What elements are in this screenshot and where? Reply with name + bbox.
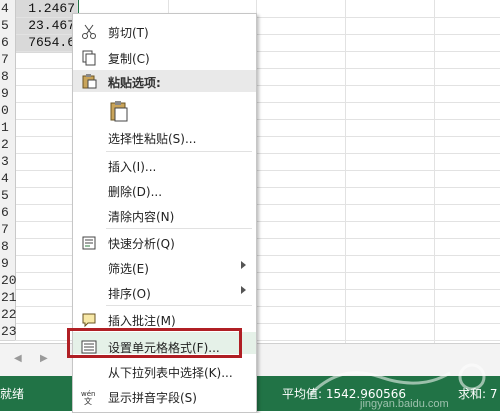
submenu-arrow-icon xyxy=(241,286,246,294)
clipboard-icon xyxy=(82,74,97,89)
menu-item-pick-from-list[interactable]: 从下拉列表中选择(K)... xyxy=(73,360,256,384)
comment-icon xyxy=(82,313,96,328)
copy-label: 复制(C) xyxy=(108,52,150,66)
row-header[interactable]: 6 xyxy=(0,34,16,52)
clear-label: 清除内容(N) xyxy=(108,210,175,224)
paste-icon[interactable] xyxy=(109,100,129,122)
row-header[interactable]: 9 xyxy=(0,255,16,273)
quick-analysis-label: 快速分析(Q) xyxy=(108,237,175,251)
menu-item-paste-special[interactable]: 选择性粘贴(S)... xyxy=(73,126,256,150)
insert-comment-label: 插入批注(M) xyxy=(108,314,176,328)
phonetic-icon: wén文 xyxy=(81,390,95,405)
row-header[interactable]: 7 xyxy=(0,51,16,69)
row-header[interactable]: 20 xyxy=(0,272,17,290)
insert-label: 插入(I)... xyxy=(108,160,157,174)
menu-item-delete[interactable]: 删除(D)... xyxy=(73,179,256,203)
row-header[interactable]: 0 xyxy=(0,102,16,120)
scissors-icon xyxy=(82,24,96,39)
baidu-watermark-logo: jingyan.baidu.com xyxy=(308,363,486,410)
row-header[interactable]: 23 xyxy=(0,323,17,341)
menu-separator xyxy=(106,151,252,152)
copy-icon xyxy=(82,50,96,66)
cell-value[interactable]: 7654.6 xyxy=(15,34,75,51)
paste-options-header: 粘贴选项: xyxy=(73,70,256,92)
row-header[interactable]: 7 xyxy=(0,221,16,239)
format-cells-highlight-box xyxy=(67,328,242,358)
menu-item-clear[interactable]: 清除内容(N) xyxy=(73,204,256,228)
status-ready: 就绪 xyxy=(0,387,25,401)
sort-label: 排序(O) xyxy=(108,287,151,301)
menu-separator xyxy=(106,305,252,306)
row-header[interactable]: 4 xyxy=(0,0,16,18)
filter-label: 筛选(E) xyxy=(108,262,149,276)
quick-analysis-icon xyxy=(82,236,96,250)
row-header[interactable]: 22 xyxy=(0,306,17,324)
cut-label: 剪切(T) xyxy=(108,26,149,40)
cell-value[interactable]: 1.2467 xyxy=(15,0,75,17)
scroll-left-icon[interactable]: ◀ xyxy=(14,353,24,365)
row-header[interactable]: 8 xyxy=(0,238,16,256)
menu-item-phonetic[interactable]: wén 文 显示拼音字段(S) xyxy=(73,385,256,409)
row-header[interactable]: 1 xyxy=(0,119,16,137)
menu-item-filter[interactable]: 筛选(E) xyxy=(73,256,256,280)
row-header[interactable]: 6 xyxy=(0,204,16,222)
context-menu: 剪切(T) 复制(C) 粘贴选项: 选择性粘贴(S)... 插入(I)... 删… xyxy=(67,13,257,413)
menu-separator xyxy=(106,228,252,229)
submenu-arrow-icon xyxy=(241,261,246,269)
paste-special-label: 选择性粘贴(S)... xyxy=(108,132,197,146)
row-header[interactable]: 4 xyxy=(0,170,16,188)
menu-item-sort[interactable]: 排序(O) xyxy=(73,281,256,305)
row-header[interactable]: 5 xyxy=(0,17,16,35)
phonetic-label: 显示拼音字段(S) xyxy=(108,391,197,405)
row-header[interactable]: 3 xyxy=(0,153,16,171)
row-header[interactable]: 2 xyxy=(0,136,16,154)
cell-value[interactable]: 23.467 xyxy=(15,17,75,34)
menu-item-insert[interactable]: 插入(I)... xyxy=(73,154,256,178)
watermark-text: jingyan.baidu.com xyxy=(359,398,449,410)
row-header[interactable]: 8 xyxy=(0,68,16,86)
menu-item-copy[interactable]: 复制(C) xyxy=(73,46,256,70)
menu-item-cut[interactable]: 剪切(T) xyxy=(73,20,256,44)
row-header[interactable]: 9 xyxy=(0,85,16,103)
menu-item-quick-analysis[interactable]: 快速分析(Q) xyxy=(73,231,256,255)
pick-from-list-label: 从下拉列表中选择(K)... xyxy=(108,366,233,380)
row-header[interactable]: 5 xyxy=(0,187,16,205)
paste-options-label: 粘贴选项: xyxy=(108,76,161,90)
scroll-right-icon[interactable]: ▶ xyxy=(40,353,50,365)
delete-label: 删除(D)... xyxy=(108,185,163,199)
row-header[interactable]: 21 xyxy=(0,289,17,307)
svg-text:文: 文 xyxy=(84,396,92,405)
